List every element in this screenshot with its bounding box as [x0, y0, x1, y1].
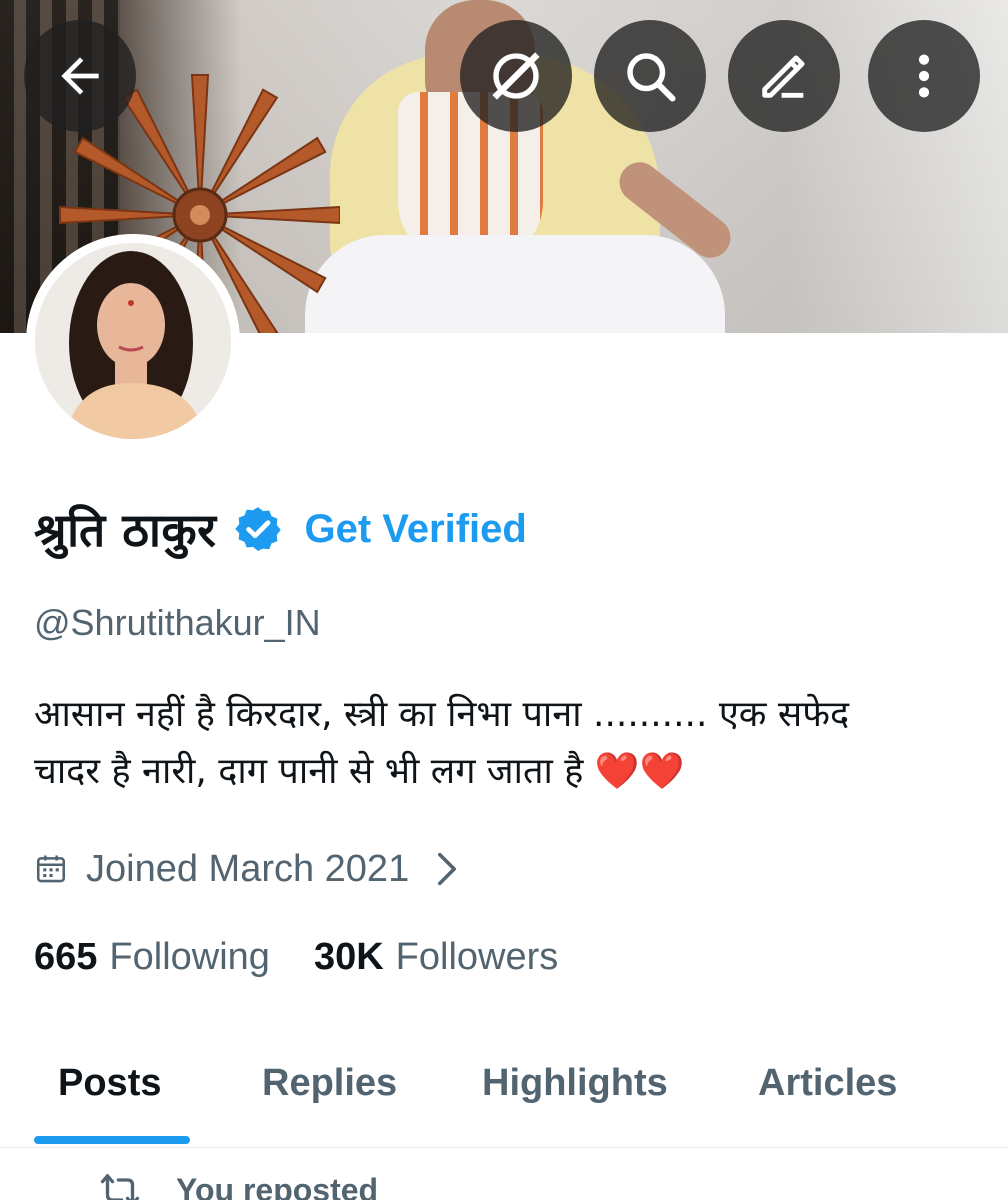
edit-button[interactable]: [728, 20, 840, 132]
repost-indicator: You reposted: [100, 1170, 378, 1200]
tab-highlights[interactable]: Highlights: [482, 1062, 668, 1105]
followers-count: 30K: [313, 935, 384, 978]
bio-line-2: चादर है नारी, दाग पानी से भी लग जाता है …: [34, 743, 964, 800]
followers-link[interactable]: 30K Followers: [314, 936, 558, 979]
calendar-icon: [36, 855, 66, 883]
followers-label: Followers: [395, 935, 559, 978]
tab-articles[interactable]: Articles: [758, 1062, 897, 1105]
avatar-photo: [35, 243, 231, 439]
search-icon: [627, 53, 676, 102]
repost-icon: [100, 1174, 140, 1200]
display-name: श्रुति ठाकुर: [34, 503, 217, 557]
profile-bio: आसान नहीं है किरदार, स्त्री का निभा पाना…: [34, 686, 964, 800]
avatar-portrait: [35, 243, 231, 439]
get-verified-link[interactable]: Get Verified: [305, 507, 527, 552]
joined-date-row[interactable]: Joined March 2021: [34, 838, 459, 900]
profile-avatar[interactable]: [26, 234, 240, 448]
search-button[interactable]: [594, 20, 706, 132]
active-tab-indicator: [34, 1136, 190, 1144]
heart-emoji: ❤️❤️: [594, 751, 685, 792]
banner-figure-legs: [305, 235, 725, 333]
following-label: Following: [109, 935, 270, 978]
more-button[interactable]: [868, 20, 980, 132]
grok-icon: [492, 52, 540, 100]
profile-tabs: Posts Replies Highlights Articles: [0, 1040, 1008, 1148]
name-row: श्रुति ठाकुर Get Verified: [34, 494, 527, 564]
following-link[interactable]: 665 Following: [34, 936, 270, 979]
bio-line-2-text: चादर है नारी, दाग पानी से भी लग जाता है: [34, 751, 584, 792]
chevron-right-icon: [438, 852, 457, 886]
user-handle: @Shrutithakur_IN: [34, 602, 321, 643]
grok-button[interactable]: [460, 20, 572, 132]
bio-line-1: आसान नहीं है किरदार, स्त्री का निभा पाना…: [34, 694, 850, 735]
tab-posts[interactable]: Posts: [58, 1062, 161, 1105]
more-vertical-icon: [918, 54, 930, 98]
repost-text: You reposted: [176, 1171, 379, 1200]
following-count: 665: [34, 935, 98, 978]
edit-pen-icon: [762, 55, 805, 98]
joined-date-text: Joined March 2021: [86, 847, 410, 890]
arrow-left-icon: [61, 57, 99, 95]
tab-replies[interactable]: Replies: [262, 1062, 397, 1105]
back-button[interactable]: [24, 20, 136, 132]
verified-badge-icon[interactable]: [233, 504, 283, 554]
follow-stats: 665 Following 30K Followers: [34, 930, 602, 984]
